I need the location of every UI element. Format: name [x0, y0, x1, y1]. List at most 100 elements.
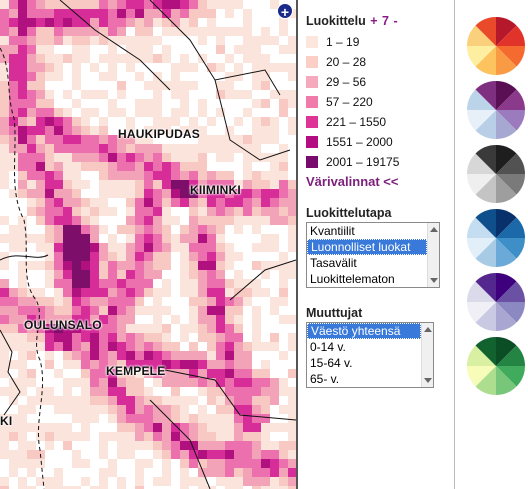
density-cell [108, 315, 117, 324]
density-cell [36, 36, 45, 45]
map-view[interactable]: HAUKIPUDAS KIIMINKI OULUNSALO KEMPELE KI… [0, 0, 296, 489]
palette-purple-blue[interactable] [466, 80, 526, 140]
density-cell [135, 279, 144, 288]
scroll-up-icon[interactable] [430, 227, 438, 232]
density-cell [126, 432, 135, 441]
density-cell [18, 360, 27, 369]
palette-blues[interactable] [466, 208, 526, 268]
density-cell [252, 333, 261, 342]
density-cell [27, 234, 36, 243]
density-cell [234, 270, 243, 279]
density-cell [72, 459, 81, 468]
density-cell [171, 405, 180, 414]
density-cell [36, 387, 45, 396]
density-cell [126, 243, 135, 252]
list-option[interactable]: Kvantiilit [307, 223, 427, 239]
density-cell [189, 117, 198, 126]
list-option[interactable]: 65- v. [307, 371, 421, 387]
density-cell [270, 198, 279, 207]
density-cell [126, 63, 135, 72]
density-cell [216, 360, 225, 369]
density-cell [144, 423, 153, 432]
density-cell [252, 432, 261, 441]
density-cell [45, 279, 54, 288]
list-option[interactable]: 0-14 v. [307, 339, 421, 355]
scroll-down-icon[interactable] [430, 278, 438, 283]
density-cell [45, 207, 54, 216]
scrollbar[interactable] [427, 223, 439, 287]
list-option[interactable]: Väestö yhteensä [307, 323, 421, 339]
color-options-toggle[interactable]: Värivalinnat << [306, 174, 399, 189]
variables-listbox[interactable]: Väestö yhteensä 0-14 v. 15-64 v. 65- v. [306, 322, 434, 388]
list-option[interactable]: 15-64 v. [307, 355, 421, 371]
density-cell [117, 0, 126, 9]
scroll-down-icon[interactable] [424, 378, 432, 383]
palette-purples[interactable] [466, 272, 526, 332]
density-cell [234, 207, 243, 216]
density-cell [99, 72, 108, 81]
density-cell [117, 108, 126, 117]
palette-red-orange-yellow[interactable] [466, 16, 526, 76]
palette-greys[interactable] [466, 144, 526, 204]
density-cell [90, 252, 99, 261]
density-cell [99, 207, 108, 216]
density-cell [108, 414, 117, 423]
density-cell [198, 261, 207, 270]
density-cell [243, 369, 252, 378]
density-cell [117, 441, 126, 450]
density-cell [198, 432, 207, 441]
density-cell [171, 153, 180, 162]
scroll-up-icon[interactable] [424, 327, 432, 332]
density-cell [288, 99, 296, 108]
density-cell [144, 18, 153, 27]
density-cell [117, 81, 126, 90]
density-cell [252, 477, 261, 486]
density-cell [18, 297, 27, 306]
density-cell [81, 117, 90, 126]
density-cell [108, 54, 117, 63]
list-option[interactable]: Tasavälit [307, 255, 427, 271]
density-cell [234, 324, 243, 333]
legend-label: 29 – 56 [326, 75, 367, 89]
density-cell [162, 153, 171, 162]
density-cell [144, 342, 153, 351]
add-class-button[interactable]: + [370, 14, 377, 28]
list-option[interactable]: Luonnolliset luokat [307, 239, 427, 255]
remove-class-button[interactable]: - [393, 14, 397, 28]
density-cell [126, 405, 135, 414]
density-cell [243, 198, 252, 207]
zoom-in-button[interactable]: + [277, 3, 293, 20]
density-cell [0, 99, 9, 108]
density-cell [90, 297, 99, 306]
density-cell [189, 450, 198, 459]
density-cell [279, 99, 288, 108]
density-cell [162, 306, 171, 315]
density-cell [216, 432, 225, 441]
density-cell [135, 468, 144, 477]
list-option[interactable]: Luokittelematon [307, 271, 427, 287]
density-cell [72, 234, 81, 243]
density-cell [9, 306, 18, 315]
density-cell [72, 252, 81, 261]
density-cell [225, 54, 234, 63]
density-cell [225, 450, 234, 459]
density-cell [18, 189, 27, 198]
density-cell [90, 387, 99, 396]
classification-method-listbox[interactable]: Kvantiilit Luonnolliset luokat Tasavälit Lu… [306, 222, 440, 288]
density-cell [135, 216, 144, 225]
density-cell [117, 243, 126, 252]
density-cell [144, 234, 153, 243]
density-cell [288, 396, 296, 405]
density-cell [162, 189, 171, 198]
density-cell [153, 180, 162, 189]
density-cell [162, 54, 171, 63]
density-cell [162, 351, 171, 360]
density-cell [180, 396, 189, 405]
scrollbar[interactable] [421, 323, 433, 387]
density-cell [117, 477, 126, 486]
density-cell [36, 423, 45, 432]
density-cell [27, 342, 36, 351]
density-cell [99, 333, 108, 342]
palette-greens[interactable] [466, 336, 526, 396]
density-cell [261, 450, 270, 459]
